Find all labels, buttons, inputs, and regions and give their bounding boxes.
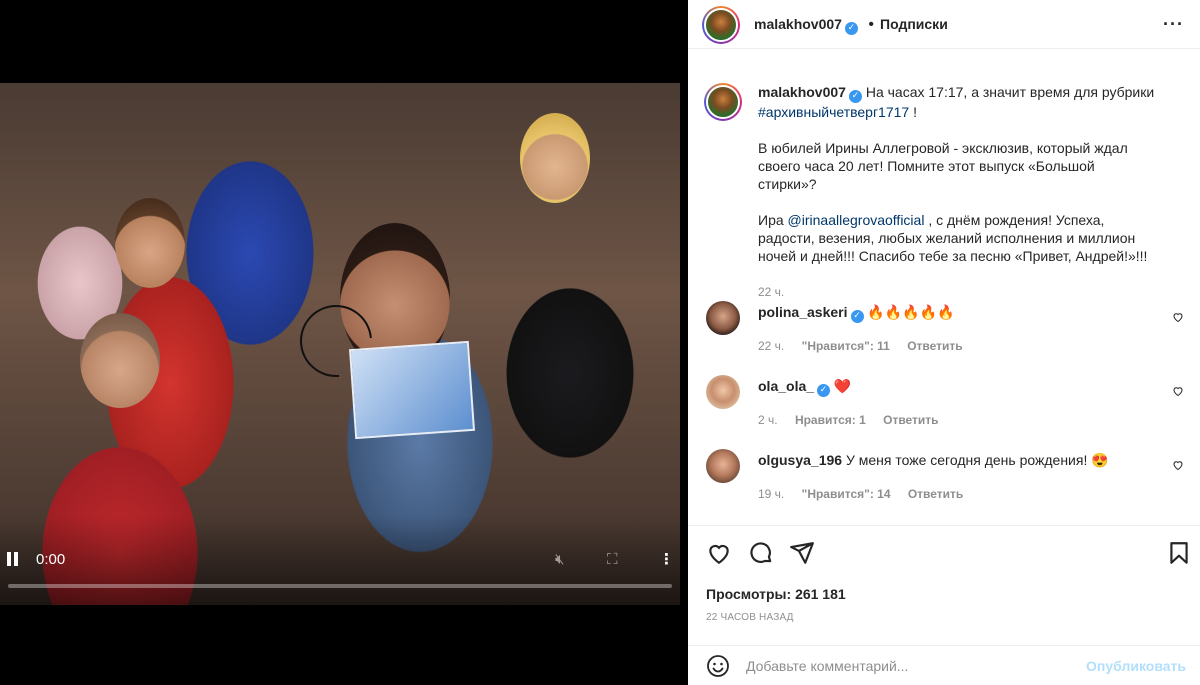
verified-icon: ✓	[848, 90, 862, 103]
comment-body: У меня тоже сегодня день рождения! 😍	[845, 452, 1109, 468]
commenter-avatar[interactable]	[706, 449, 740, 483]
video-stage: 0:00 🔇︎ ⛶ ⋮	[0, 0, 688, 685]
caption-hashtag[interactable]: #архивныйчетверг1717	[758, 104, 909, 120]
reply-button[interactable]: Ответить	[908, 487, 963, 501]
views-count[interactable]: Просмотры: 261 181	[706, 586, 846, 602]
video-frame-figure	[80, 313, 160, 408]
caption-text: malakhov007 ✓ На часах 17:17, а значит вр…	[758, 83, 1156, 301]
verified-icon: ✓	[850, 310, 864, 323]
comment-body: ❤️	[833, 378, 852, 394]
comment-username[interactable]: ola_ola_	[758, 378, 814, 394]
add-comment-bar: Опубликовать	[688, 645, 1200, 685]
views-label: Просмотры:	[706, 586, 792, 602]
fullscreen-icon[interactable]: ⛶	[607, 550, 618, 568]
comment-input[interactable]	[746, 653, 1076, 679]
verified-icon: ✓	[817, 384, 831, 397]
verified-icon: ✓	[844, 22, 858, 35]
following-button[interactable]: Подписки	[880, 16, 948, 32]
caption-hashtag-tail: !	[913, 104, 917, 120]
caption-paragraph-2: В юбилей Ирины Аллегровой - эксклюзив, к…	[758, 140, 1128, 192]
pause-icon[interactable]	[6, 552, 20, 566]
avatar-image	[706, 85, 740, 119]
comment-likes[interactable]: Нравится: 1	[795, 413, 866, 427]
like-comment-icon[interactable]	[1172, 385, 1184, 397]
avatar-image	[704, 8, 738, 42]
comment-text: olgusya_196 У меня тоже сегодня день рож…	[758, 451, 1156, 469]
caption-username[interactable]: malakhov007	[758, 84, 846, 100]
post-header: malakhov007 ✓ • Подписки ···	[688, 0, 1200, 49]
video-progress-bar[interactable]	[8, 584, 672, 588]
caption-intro: На часах 17:17, а значит время для рубри…	[865, 84, 1155, 100]
comment-time[interactable]: 2 ч.	[758, 413, 778, 427]
more-icon[interactable]: ···	[1163, 14, 1184, 35]
comment-text: ola_ola_ ✓ ❤️	[758, 377, 1156, 397]
comment-likes[interactable]: "Нравится": 11	[802, 339, 890, 353]
emoji-icon[interactable]	[706, 654, 730, 678]
video-frame-figure	[115, 198, 185, 288]
commenter-avatar[interactable]	[706, 301, 740, 335]
author-avatar[interactable]	[702, 6, 740, 44]
comment-time[interactable]: 19 ч.	[758, 487, 784, 501]
video-player[interactable]	[0, 83, 680, 605]
comment-meta: 19 ч. "Нравится": 14 Ответить	[758, 485, 977, 503]
publish-button[interactable]: Опубликовать	[1086, 658, 1186, 674]
comment-meta: 2 ч. Нравится: 1 Ответить	[758, 411, 953, 429]
caption-time: 22 ч.	[758, 285, 785, 299]
comment-time[interactable]: 22 ч.	[758, 339, 784, 353]
video-time: 0:00	[36, 551, 66, 568]
post-panel: malakhov007 ✓ • Подписки ··· malakhov007 ✓ …	[688, 0, 1200, 685]
comment-username[interactable]: olgusya_196	[758, 452, 842, 468]
caption-mention[interactable]: @irinaallegrovaofficial	[788, 212, 925, 228]
comment-likes[interactable]: "Нравится": 14	[802, 487, 891, 501]
comment-item: ola_ola_ ✓ ❤️ 2 ч. Нравится: 1 Ответить	[704, 375, 1184, 427]
video-more-icon[interactable]: ⋮	[659, 550, 674, 568]
comment-item: polina_askeri ✓ 🔥🔥🔥🔥🔥 22 ч. "Нравится": 1…	[704, 301, 1184, 353]
comment-text: polina_askeri ✓ 🔥🔥🔥🔥🔥	[758, 303, 1156, 323]
comment-icon[interactable]	[748, 540, 774, 566]
like-comment-icon[interactable]	[1172, 311, 1184, 323]
mute-icon[interactable]: 🔇︎	[555, 550, 564, 568]
caption-paragraph-3: Ира @irinaallegrovaofficial , с днём рож…	[758, 211, 1156, 265]
comment-username[interactable]: polina_askeri	[758, 304, 848, 320]
like-comment-icon[interactable]	[1172, 459, 1184, 471]
commenter-avatar[interactable]	[706, 375, 740, 409]
comments-list: malakhov007 ✓ На часах 17:17, а значит вр…	[688, 49, 1200, 525]
comment-item: olgusya_196 У меня тоже сегодня день рож…	[704, 449, 1184, 501]
post-caption: malakhov007 ✓ На часах 17:17, а значит вр…	[704, 83, 1184, 313]
separator-dot: •	[868, 16, 875, 33]
bookmark-icon[interactable]	[1166, 540, 1192, 566]
views-value: 261 181	[795, 586, 846, 602]
reply-button[interactable]: Ответить	[907, 339, 962, 353]
share-icon[interactable]	[789, 540, 815, 566]
video-frame-figure	[520, 113, 590, 203]
author-avatar[interactable]	[704, 83, 742, 121]
video-controls: 0:00 🔇︎ ⛶ ⋮	[0, 540, 680, 600]
heart-icon[interactable]	[706, 540, 732, 566]
post-actions: Просмотры: 261 181 22 ЧАСОВ НАЗАД	[688, 525, 1200, 645]
caption-p3-before: Ира	[758, 212, 784, 228]
comment-meta: 22 ч. "Нравится": 11 Ответить	[758, 337, 977, 355]
comment-body: 🔥🔥🔥🔥🔥	[867, 304, 955, 320]
author-username[interactable]: malakhov007	[754, 16, 842, 32]
posted-ago: 22 ЧАСОВ НАЗАД	[706, 612, 794, 623]
reply-button[interactable]: Ответить	[883, 413, 938, 427]
